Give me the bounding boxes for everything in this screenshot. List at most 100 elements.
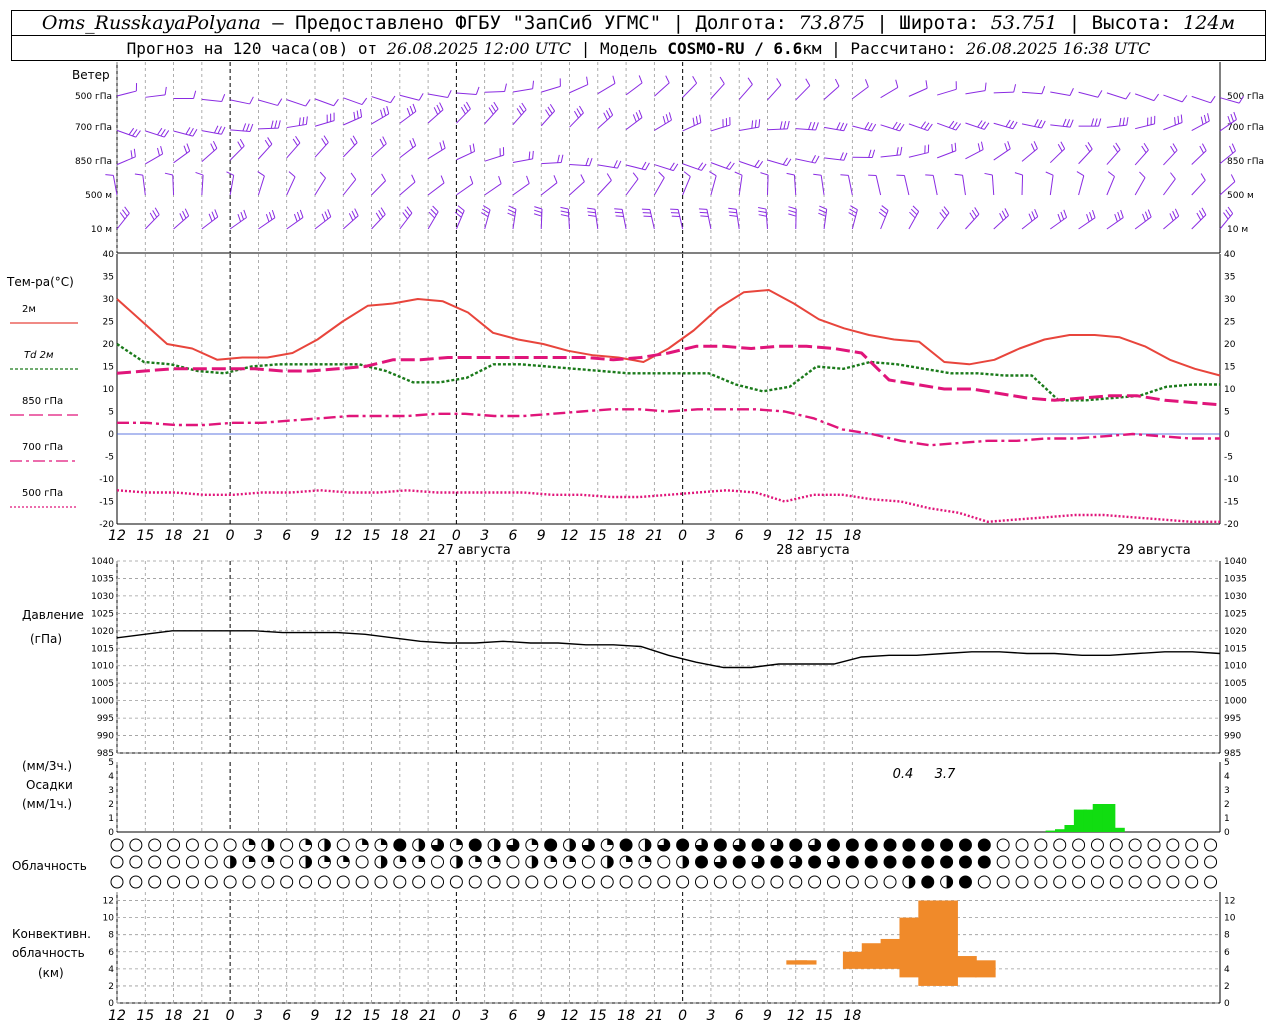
wind-barb-feather [1066, 119, 1071, 127]
cloud-cover-symbol [148, 838, 162, 852]
conv-hour-label: 6 [282, 1008, 291, 1024]
wind-barb-feather [1198, 210, 1204, 218]
wind-barb-feather [1174, 117, 1176, 126]
wind-barb-feather [786, 120, 790, 129]
cloud-cover-symbol [845, 838, 859, 852]
wind-barb-staff [116, 90, 137, 97]
cloud-fill [324, 839, 331, 851]
wind-barb-feather [516, 108, 522, 116]
cloud-cover-symbol [506, 855, 520, 869]
cloud-cover-symbol [431, 875, 445, 889]
pressure-title: Давление [22, 608, 84, 622]
wind-barb-feather [760, 172, 769, 176]
wind-barb-feather [692, 76, 698, 84]
cloud-circle [223, 875, 237, 889]
wind-barb-staff [936, 212, 950, 230]
cloud-circle [506, 855, 520, 869]
wind-barb-feather [296, 211, 301, 220]
wind-barb-feather [617, 160, 622, 169]
wind-barb-feather [288, 171, 296, 178]
cloud-fill [682, 856, 689, 868]
wind-barb-feather [843, 152, 848, 161]
wind-barb-feather [1201, 143, 1207, 151]
wind-barb-feather [645, 162, 650, 171]
cloud-fill [248, 839, 255, 845]
cloud-circle [977, 875, 991, 889]
cloud-cover-symbol [676, 855, 690, 869]
cloud-cover-symbol [789, 838, 803, 852]
wind-barb-feather [1092, 209, 1096, 218]
wind-barb-feather [849, 208, 857, 214]
wind-barb-feather [1196, 212, 1202, 221]
wind-barb-feather [1141, 145, 1147, 153]
wind-barb-feather [265, 214, 270, 222]
wind-barb-staff [258, 99, 278, 106]
wind-barb-staff [145, 130, 165, 138]
wind-barb-feather [698, 208, 707, 210]
wind-barb-staff [962, 175, 966, 196]
wind-barb-staff [880, 124, 900, 132]
wind-barb-feather [632, 114, 637, 123]
wind-barb-feather [1231, 143, 1236, 152]
cloud-circle [167, 855, 181, 869]
wind-barb-feather [758, 207, 767, 210]
wind-barb-feather [1126, 117, 1129, 126]
cloud-cover-symbol [167, 875, 181, 889]
cloud-cover-symbol [1204, 855, 1218, 869]
cloud-cover-symbol [242, 875, 256, 889]
precip-unit-top: (мм/3ч.) [22, 759, 73, 773]
wind-barb-staff [314, 216, 332, 230]
wind-barb-feather [779, 121, 783, 130]
cloud-circle [808, 875, 822, 889]
cloud-circle [487, 875, 501, 889]
wind-barb-staff [1191, 179, 1206, 196]
wind-barb-feather [460, 106, 466, 115]
wind-barb-feather [1227, 206, 1234, 214]
cloud-cover-symbol [1109, 855, 1123, 869]
wind-barb-staff [427, 109, 444, 124]
wind-barb-staff [739, 126, 759, 132]
cloud-cover-symbol [317, 875, 331, 889]
wind-barb-staff [1050, 91, 1071, 96]
wind-barb-feather [811, 154, 816, 163]
wind-barb-feather [843, 123, 848, 131]
cloud-cover-symbol [789, 855, 803, 869]
wind-barb-feather [472, 143, 476, 152]
conv-hour-label: 15 [136, 1008, 154, 1024]
wind-barb-feather [1174, 208, 1180, 217]
cloud-circle [261, 875, 275, 889]
wind-barb-feather [927, 123, 933, 131]
wind-barb-feather [1028, 213, 1033, 222]
cloud-circle [185, 838, 199, 852]
wind-barb-feather [221, 126, 226, 135]
cloud-cover-symbol [242, 838, 256, 852]
cloud-cover-symbol [129, 855, 143, 869]
temp-tick-right: -20 [1224, 520, 1239, 530]
wind-barb-feather [867, 122, 873, 131]
wind-barb-feather [1139, 171, 1146, 178]
meteogram-chart: 500 гПа 500 гПа 700 гПа 700 гПа 850 гПа 850 г… [10, 62, 1264, 1024]
cloud-cover-symbol [657, 855, 671, 869]
wind-barb-staff [649, 209, 655, 230]
wind-barb-feather [878, 211, 886, 218]
wind-barb-feather [406, 206, 413, 214]
wind-barb-feather [382, 136, 387, 144]
wind-barb-feather [532, 150, 534, 159]
wind-barb-staff [314, 98, 334, 107]
cloud-cover-symbol [280, 875, 294, 889]
conv-cloud-bar [974, 960, 996, 978]
temp-legend-label: 500 гПа [22, 488, 63, 499]
wind-barb-feather [757, 160, 764, 169]
wind-barb-feather [836, 122, 841, 130]
cloud-circle [581, 875, 595, 889]
cloud-cover-symbol [751, 875, 765, 889]
wind-barb-feather [292, 138, 298, 146]
wind-barb-feather [545, 109, 551, 117]
wind-barb-feather [1210, 95, 1216, 104]
wind-barb-staff [173, 150, 191, 164]
wind-barb-feather [1045, 171, 1054, 176]
cloud-cover-symbol [1147, 838, 1161, 852]
cloud-fill [362, 839, 369, 845]
wind-barb-staff [1078, 148, 1093, 165]
wind-barb-staff [795, 85, 811, 101]
